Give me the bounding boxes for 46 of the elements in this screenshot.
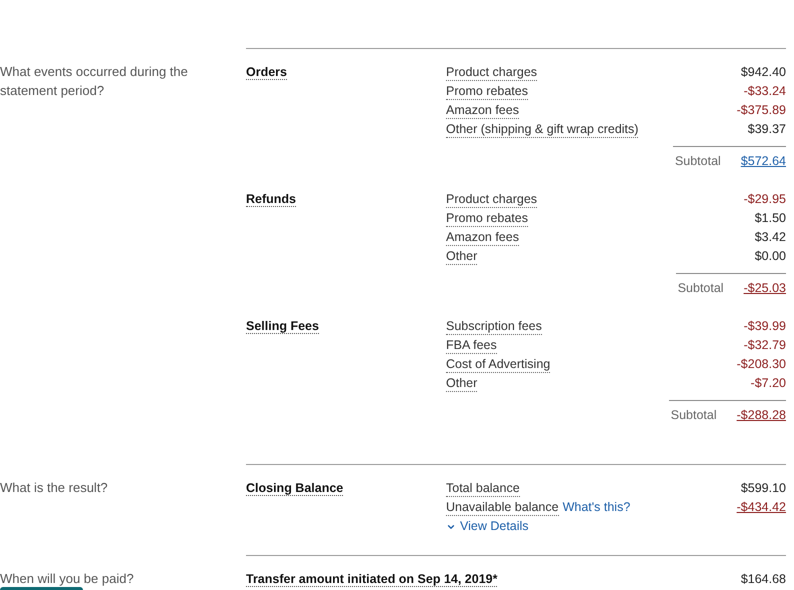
line-item-label: Cost of Advertising: [446, 356, 550, 373]
line-item-label: Product charges: [446, 64, 538, 81]
subtotal-label: Subtotal: [670, 407, 717, 424]
section-title: Transfer amount initiated on Sep 14, 2019*: [246, 572, 498, 587]
section-title: Closing Balance: [246, 481, 344, 496]
amount: $3.42: [754, 229, 786, 246]
subtotal-label: Subtotal: [678, 280, 724, 298]
amount: -$375.89: [736, 102, 786, 120]
line-item-label: Promo rebates: [446, 210, 528, 227]
question-text: When will you be paid?: [0, 570, 135, 588]
line-item-label: Product charges: [446, 191, 538, 208]
line-item-label: Other: [446, 248, 478, 265]
line-item-label: Amazon fees: [446, 229, 519, 246]
amount: $942.40: [740, 64, 786, 82]
line-item-label: Total balance: [446, 480, 520, 497]
amount: -$29.95: [744, 191, 786, 208]
subtotal-label: Subtotal: [674, 153, 721, 170]
line-item-label: Promo rebates: [446, 83, 528, 100]
question-text: What events occurred during the statement period?: [0, 63, 189, 100]
amount: -$33.24: [744, 83, 786, 100]
line-item-label: Other (shipping & gift wrap credits): [446, 121, 638, 138]
amount: -$39.99: [744, 318, 786, 336]
line-item-label: Unavailable balance: [446, 499, 559, 516]
amount: $0.00: [754, 248, 786, 266]
subtotal-amount[interactable]: $572.64: [740, 152, 786, 171]
amount: $1.50: [754, 210, 786, 228]
subtotal-amount[interactable]: -$25.03: [744, 279, 786, 298]
amount[interactable]: -$434.42: [736, 498, 786, 517]
section-title: Selling Fees: [246, 319, 319, 334]
section-title: Refunds: [246, 192, 296, 207]
help-link[interactable]: What's this?: [562, 498, 630, 517]
line-item-label: FBA fees: [446, 337, 497, 354]
line-item-label: Subscription fees: [446, 318, 542, 335]
amount: $39.37: [748, 121, 786, 138]
line-item-label: Amazon fees: [446, 102, 519, 119]
line-item-label: Other: [446, 375, 478, 392]
section-title: Orders: [246, 65, 287, 80]
question-text: What is the result?: [0, 479, 109, 497]
action-button[interactable]: [0, 587, 83, 590]
amount: -$208.30: [736, 356, 786, 374]
subtotal-amount[interactable]: -$288.28: [736, 406, 786, 425]
amount: $164.68: [740, 571, 786, 588]
amount: -$7.20: [750, 375, 786, 392]
amount: -$32.79: [744, 337, 786, 354]
amount: $599.10: [740, 480, 786, 498]
view-details-link[interactable]: View Details: [446, 517, 529, 536]
